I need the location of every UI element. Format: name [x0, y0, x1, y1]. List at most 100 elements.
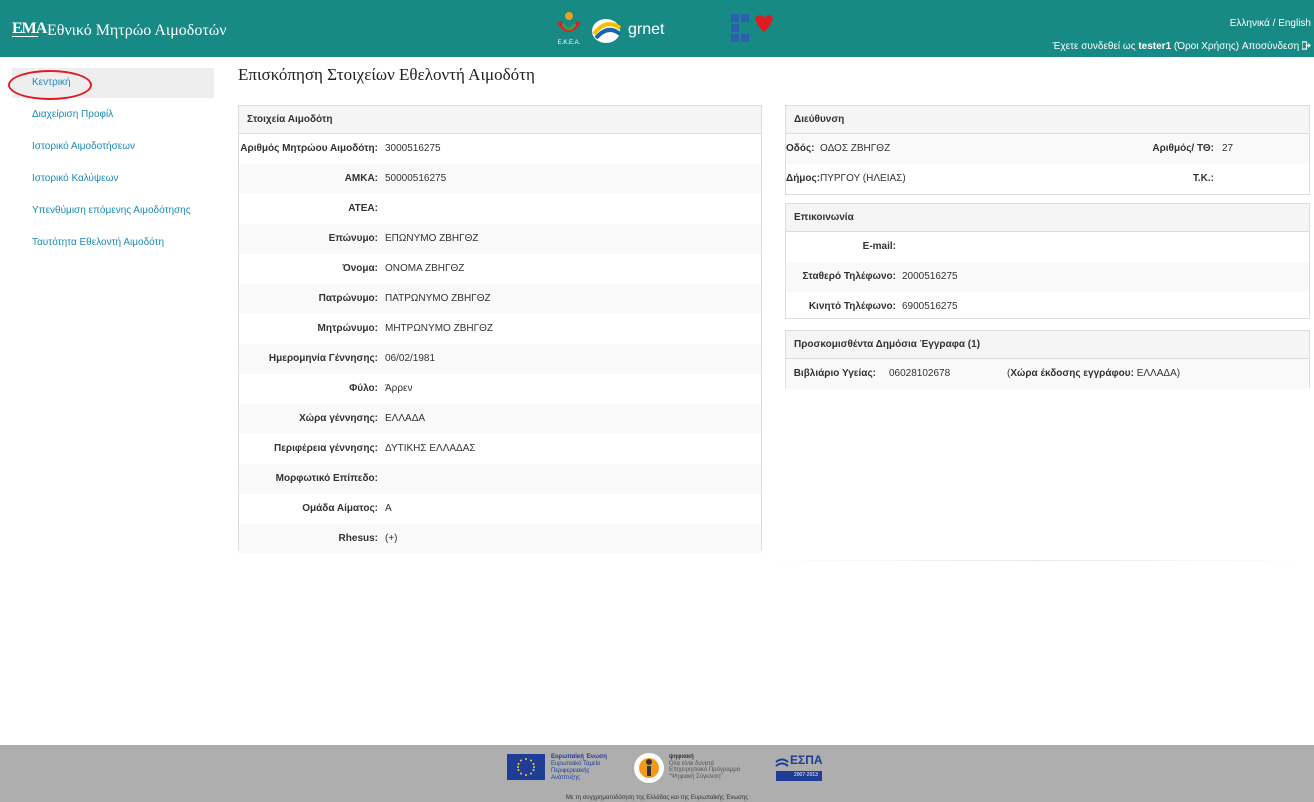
- lang-separator: /: [1269, 18, 1279, 29]
- donor-field-value: ΟΝΟΜΑ ΖΒΗΓΘΖ: [385, 263, 465, 274]
- address-panel-heading: Διεύθυνση: [786, 106, 1309, 134]
- donor-field-label: Ημερομηνία Γέννησης:: [268, 353, 378, 364]
- page-title: Επισκόπηση Στοιχείων Εθελοντή Αιμοδότη: [238, 65, 535, 84]
- donor-field-value: (+): [385, 533, 398, 544]
- espa-title: ΕΣΠΑ: [790, 753, 823, 767]
- username: tester1: [1138, 41, 1172, 52]
- donor-row: Πατρώνυμο: ΠΑΤΡΩΝΥΜΟ ΖΒΗΓΘΖ: [239, 284, 761, 314]
- document-number: 06028102678: [889, 368, 951, 379]
- donor-field-value: 06/02/1981: [385, 353, 436, 364]
- donor-field-value: ΜΗΤΡΩΝΥΜΟ ΖΒΗΓΘΖ: [385, 323, 493, 334]
- lang-english-link[interactable]: English: [1278, 18, 1311, 29]
- sidebar-item-donor-id[interactable]: Ταυτότητα Εθελοντή Αιμοδότη: [12, 228, 214, 258]
- donor-field-value: 50000516275: [385, 173, 447, 184]
- contact-row: Κινητό Τηλέφωνο: 6900516275: [786, 292, 1309, 322]
- mobile-label: Κινητό Τηλέφωνο:: [808, 301, 896, 312]
- footer: Ευρωπαϊκή Ένωση Ευρωπαϊκό Ταμείο Περιφερ…: [0, 745, 1314, 802]
- contact-panel: Επικοινωνία E-mail: Σταθερό Τηλέφωνο: 20…: [785, 203, 1310, 319]
- donor-field-label: Χώρα γέννησης:: [299, 413, 378, 424]
- logout-link[interactable]: Αποσύνδεση: [1242, 41, 1299, 52]
- donor-field-value: Άρρεν: [385, 383, 413, 394]
- donor-field-label: Όνομα:: [342, 263, 378, 274]
- donor-field-label: ΑΜΚΑ:: [344, 173, 378, 184]
- donor-field-value: 3000516275: [385, 143, 441, 154]
- municipality-label: Δήμος:: [786, 173, 821, 184]
- donor-field-label: ΑΤΕΑ:: [348, 203, 378, 214]
- donor-row: Αριθμός Μητρώου Αιμοδότη: 3000516275: [239, 134, 761, 164]
- documents-panel-heading: Προσκομισθέντα Δημόσια Έγγραφα (1): [786, 331, 1309, 359]
- sidebar-item-profile[interactable]: Διαχείριση Προφίλ: [12, 100, 214, 130]
- digital-convergence-logo-icon: [634, 753, 664, 783]
- donor-panel-heading: Στοιχεία Αιμοδότη: [239, 106, 761, 134]
- red-cross-logo-icon: [731, 14, 773, 42]
- donor-row: Χώρα γέννησης: ΕΛΛΑΔΑ: [239, 404, 761, 434]
- sidebar-item-donation-history[interactable]: Ιστορικό Αιμοδοτήσεων: [12, 132, 214, 162]
- mobile-value: 6900516275: [902, 301, 958, 312]
- lang-greek-link[interactable]: Ελληνικά: [1230, 18, 1270, 29]
- donor-field-value: Α: [385, 503, 392, 514]
- donor-row: ΑΤΕΑ:: [239, 194, 761, 224]
- document-country-label: Χώρα έκδοσης εγγράφου:: [1010, 368, 1134, 379]
- logged-in-prefix: Έχετε συνδεθεί ως: [1052, 41, 1139, 52]
- donor-field-label: Περιφέρεια γέννησης:: [273, 443, 378, 454]
- phone-value: 2000516275: [902, 271, 958, 282]
- donor-field-value: ΔΥΤΙΚΗΣ ΕΛΛΑΔΑΣ: [385, 443, 476, 454]
- partner-logos: E.K.E.A. grnet: [555, 10, 780, 50]
- eu-flag-icon: [507, 754, 545, 780]
- contact-row: Σταθερό Τηλέφωνο: 2000516275: [786, 262, 1309, 292]
- epsa-logo-icon: E.K.E.A.: [557, 12, 581, 46]
- document-row: Βιβλιάριο Υγείας: 06028102678 (Χώρα έκδο…: [786, 359, 1309, 389]
- address-row: Οδός: ΟΔΟΣ ΖΒΗΓΘΖ Αριθμός/ ΤΘ: 27: [786, 134, 1309, 164]
- donor-row: Ημερομηνία Γέννησης: 06/02/1981: [239, 344, 761, 374]
- donor-field-label: Επώνυμο:: [328, 233, 378, 244]
- digital-convergence-text: ψηφιακή Όλα είναι δυνατά Επιχειρησιακό Π…: [669, 754, 741, 780]
- donor-field-label: Πατρώνυμο:: [318, 293, 378, 304]
- document-country: (Χώρα έκδοσης εγγράφου: ΕΛΛΑΔΑ): [1007, 368, 1181, 379]
- donor-field-label: Rhesus:: [338, 533, 378, 544]
- divider: [762, 560, 1310, 561]
- contact-row: E-mail:: [786, 232, 1309, 262]
- language-switch: Ελληνικά / English: [1230, 18, 1311, 29]
- donor-row: Όνομα: ΟΝΟΜΑ ΖΒΗΓΘΖ: [239, 254, 761, 284]
- street-value: ΟΔΟΣ ΖΒΗΓΘΖ: [820, 143, 891, 154]
- donor-field-value: ΕΛΛΑΔΑ: [385, 413, 426, 424]
- highlight-annotation: [8, 70, 92, 100]
- donor-row: Περιφέρεια γέννησης: ΔΥΤΙΚΗΣ ΕΛΛΑΔΑΣ: [239, 434, 761, 464]
- grnet-label: grnet: [628, 21, 665, 38]
- espa-years: 2007-2013: [794, 772, 818, 778]
- ema-logo-text: ΕΜΑ: [12, 20, 47, 37]
- user-status: Έχετε συνδεθεί ως tester1 (Όροι Χρήσης) …: [1053, 41, 1312, 52]
- brand[interactable]: ΕΜΑ Εθνικό Μητρώο Αιμοδοτών: [12, 20, 227, 40]
- number-value: 27: [1222, 143, 1234, 154]
- contact-panel-heading: Επικοινωνία: [786, 204, 1309, 232]
- document-type-label: Βιβλιάριο Υγείας:: [793, 368, 876, 379]
- address-panel: Διεύθυνση Οδός: ΟΔΟΣ ΖΒΗΓΘΖ Αριθμός/ ΤΘ:…: [785, 105, 1310, 195]
- donor-row: Φύλο: Άρρεν: [239, 374, 761, 404]
- email-label: E-mail:: [862, 241, 896, 252]
- donor-row: Μορφωτικό Επίπεδο:: [239, 464, 761, 494]
- donor-field-label: Μορφωτικό Επίπεδο:: [275, 473, 378, 484]
- donor-field-value: ΕΠΩΝΥΜΟ ΖΒΗΓΘΖ: [385, 233, 479, 244]
- eu-fund-text: Ευρωπαϊκή Ένωση Ευρωπαϊκό Ταμείο Περιφερ…: [551, 754, 607, 781]
- sidebar-item-coverage-history[interactable]: Ιστορικό Καλύψεων: [12, 164, 214, 194]
- espa-logo: ΕΣΠΑ 2007-2013: [774, 753, 824, 783]
- donor-field-value: ΠΑΤΡΩΝΥΜΟ ΖΒΗΓΘΖ: [385, 293, 491, 304]
- postal-label: Τ.Κ.:: [1192, 173, 1214, 184]
- sidebar-item-donation-reminder[interactable]: Υπενθύμιση επόμενης Αιμοδότησης: [12, 196, 214, 226]
- terms-link[interactable]: Όροι Χρήσης: [1177, 41, 1235, 52]
- phone-label: Σταθερό Τηλέφωνο:: [802, 271, 896, 282]
- epsa-label: E.K.E.A.: [558, 40, 581, 46]
- brand-title: Εθνικό Μητρώο Αιμοδοτών: [47, 22, 227, 39]
- donor-field-label: Αριθμός Μητρώου Αιμοδότη:: [240, 143, 378, 154]
- address-row: Δήμος: ΠΥΡΓΟΥ (ΗΛΕΙΑΣ) Τ.Κ.:: [786, 164, 1309, 194]
- ema-logo-icon: ΕΜΑ: [12, 20, 47, 40]
- documents-panel: Προσκομισθέντα Δημόσια Έγγραφα (1) Βιβλι…: [785, 330, 1310, 389]
- municipality-value: ΠΥΡΓΟΥ (ΗΛΕΙΑΣ): [820, 173, 906, 184]
- donor-field-label: Φύλο:: [349, 383, 378, 394]
- top-header: ΕΜΑ Εθνικό Μητρώο Αιμοδοτών E.K.E.A. grn…: [0, 0, 1314, 57]
- number-label: Αριθμός/ ΤΘ:: [1152, 143, 1214, 154]
- footer-caption: Με τη συγχρηματοδότηση της Ελλάδας και τ…: [565, 795, 749, 801]
- grnet-logo-icon: grnet: [592, 19, 665, 43]
- logout-icon[interactable]: [1301, 41, 1311, 50]
- donor-field-label: Μητρώνυμο:: [317, 323, 378, 334]
